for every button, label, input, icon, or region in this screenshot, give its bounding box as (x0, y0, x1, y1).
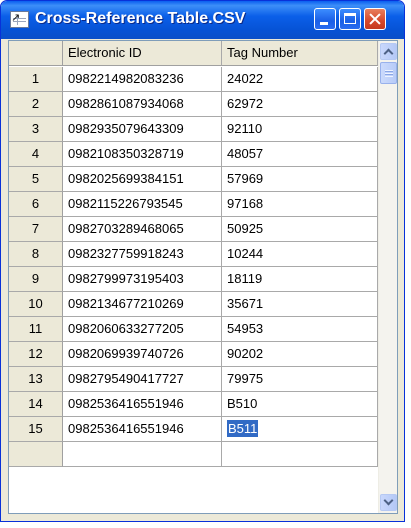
tag-number-cell[interactable]: 79975 (222, 367, 378, 392)
row-number[interactable]: 11 (9, 317, 63, 342)
table-row[interactable]: 7 0982703289468065 50925 (9, 217, 378, 242)
tag-number-cell[interactable]: 62972 (222, 92, 378, 117)
close-button[interactable] (364, 8, 386, 30)
tag-number-cell[interactable]: 48057 (222, 142, 378, 167)
maximize-button[interactable] (339, 8, 361, 30)
row-number[interactable]: 3 (9, 117, 63, 142)
electronic-id-cell[interactable]: 0982795490417727 (63, 367, 222, 392)
electronic-id-cell[interactable]: 0982115226793545 (63, 192, 222, 217)
table-row[interactable]: 12 0982069939740726 90202 (9, 342, 378, 367)
table-row[interactable]: 1 0982214982083236 24022 (9, 67, 378, 92)
empty-cell (222, 442, 378, 467)
corner-header[interactable] (9, 41, 63, 66)
electronic-id-cell[interactable]: 0982799973195403 (63, 267, 222, 292)
data-grid: Electronic ID Tag Number 1 09822149820832… (8, 40, 398, 514)
table-row[interactable]: 3 0982935079643309 92110 (9, 117, 378, 142)
row-number[interactable]: 14 (9, 392, 63, 417)
tag-number-cell[interactable]: 57969 (222, 167, 378, 192)
column-header-tag-number[interactable]: Tag Number (222, 41, 378, 66)
tag-number-cell[interactable]: 50925 (222, 217, 378, 242)
tag-number-cell[interactable]: 10244 (222, 242, 378, 267)
electronic-id-cell[interactable]: 0982069939740726 (63, 342, 222, 367)
row-number[interactable]: 9 (9, 267, 63, 292)
electronic-id-cell[interactable]: 0982108350328719 (63, 142, 222, 167)
electronic-id-cell[interactable]: 0982536416551946 (63, 417, 222, 442)
row-number[interactable]: 15 (9, 417, 63, 442)
row-number[interactable]: 10 (9, 292, 63, 317)
tag-number-cell[interactable]: 24022 (222, 67, 378, 92)
electronic-id-cell[interactable]: 0982935079643309 (63, 117, 222, 142)
row-number[interactable]: 1 (9, 67, 63, 92)
scroll-down-button[interactable] (380, 494, 397, 511)
table-row-partial (9, 442, 378, 467)
window-title: Cross-Reference Table.CSV (35, 10, 246, 27)
tag-number-cell[interactable]: 97168 (222, 192, 378, 217)
row-number[interactable]: 2 (9, 92, 63, 117)
csv-file-icon[interactable]: ↗ (10, 11, 29, 28)
title-bar[interactable]: ↗ Cross-Reference Table.CSV (1, 1, 404, 39)
tag-number-cell[interactable]: 90202 (222, 342, 378, 367)
electronic-id-cell[interactable]: 0982134677210269 (63, 292, 222, 317)
table-row[interactable]: 10 0982134677210269 35671 (9, 292, 378, 317)
csv-window: ↗ Cross-Reference Table.CSV Electronic I… (0, 0, 405, 522)
empty-cell (63, 442, 222, 467)
grid-cells: Electronic ID Tag Number 1 09822149820832… (9, 41, 378, 513)
electronic-id-cell[interactable]: 0982536416551946 (63, 392, 222, 417)
electronic-id-cell[interactable]: 0982214982083236 (63, 67, 222, 92)
row-number[interactable]: 5 (9, 167, 63, 192)
table-row[interactable]: 5 0982025699384151 57969 (9, 167, 378, 192)
scroll-thumb[interactable] (380, 62, 397, 84)
table-row[interactable]: 6 0982115226793545 97168 (9, 192, 378, 217)
maximize-icon (340, 9, 360, 29)
empty-cell (9, 442, 63, 467)
close-icon (365, 9, 385, 29)
table-row[interactable]: 4 0982108350328719 48057 (9, 142, 378, 167)
table-row[interactable]: 15 0982536416551946 B511 (9, 417, 378, 442)
vertical-scrollbar[interactable] (378, 41, 397, 513)
electronic-id-cell[interactable]: 0982025699384151 (63, 167, 222, 192)
tag-number-cell[interactable]: B510 (222, 392, 378, 417)
column-header-electronic-id[interactable]: Electronic ID (63, 41, 222, 66)
table-row[interactable]: 8 0982327759918243 10244 (9, 242, 378, 267)
electronic-id-cell[interactable]: 0982861087934068 (63, 92, 222, 117)
tag-number-cell[interactable]: 92110 (222, 117, 378, 142)
row-number[interactable]: 8 (9, 242, 63, 267)
tag-number-cell[interactable]: 35671 (222, 292, 378, 317)
electronic-id-cell[interactable]: 0982703289468065 (63, 217, 222, 242)
table-row[interactable]: 2 0982861087934068 62972 (9, 92, 378, 117)
row-number[interactable]: 13 (9, 367, 63, 392)
electronic-id-cell[interactable]: 0982327759918243 (63, 242, 222, 267)
selected-text[interactable]: B511 (227, 420, 259, 437)
table-row[interactable]: 9 0982799973195403 18119 (9, 267, 378, 292)
chevron-up-icon (383, 48, 394, 59)
row-number[interactable]: 12 (9, 342, 63, 367)
tag-number-cell[interactable]: 18119 (222, 267, 378, 292)
minimize-icon (315, 9, 335, 29)
chevron-down-icon (383, 495, 394, 506)
row-number[interactable]: 4 (9, 142, 63, 167)
minimize-button[interactable] (314, 8, 336, 30)
table-row[interactable]: 11 0982060633277205 54953 (9, 317, 378, 342)
header-row: Electronic ID Tag Number (9, 41, 378, 66)
table-row[interactable]: 13 0982795490417727 79975 (9, 367, 378, 392)
tag-number-cell[interactable]: 54953 (222, 317, 378, 342)
electronic-id-cell[interactable]: 0982060633277205 (63, 317, 222, 342)
row-number[interactable]: 7 (9, 217, 63, 242)
table-row[interactable]: 14 0982536416551946 B510 (9, 392, 378, 417)
grip-icon (385, 70, 393, 77)
tag-number-cell[interactable]: B511 (222, 417, 378, 442)
scroll-up-button[interactable] (380, 43, 397, 60)
row-number[interactable]: 6 (9, 192, 63, 217)
